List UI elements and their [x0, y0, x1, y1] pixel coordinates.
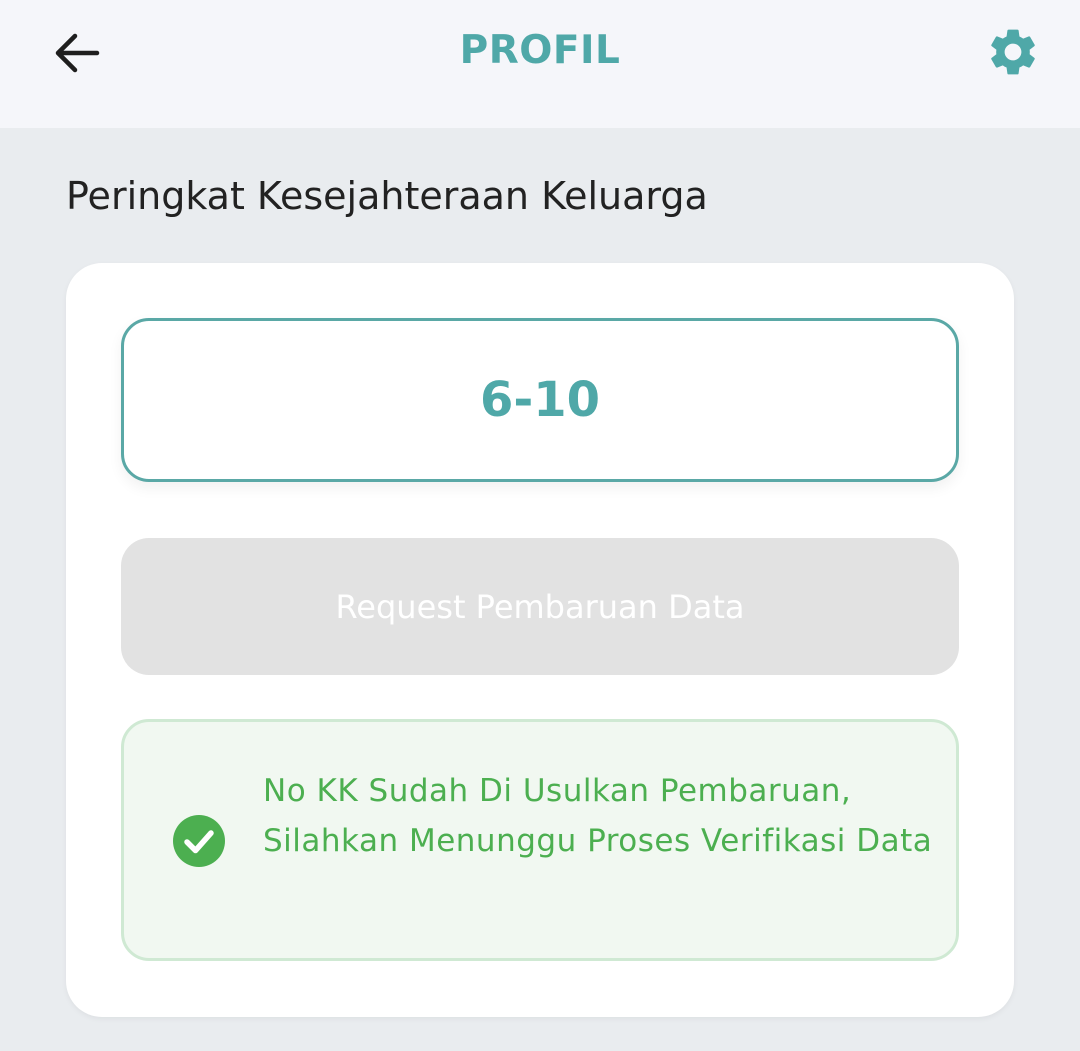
welfare-rank-card: 6-10 Request Pembaruan Data No KK Sudah … — [66, 263, 1014, 1017]
rank-value-box: 6-10 — [121, 318, 959, 482]
gear-icon — [991, 29, 1035, 75]
settings-button[interactable] — [980, 19, 1046, 85]
request-update-button[interactable]: Request Pembaruan Data — [121, 538, 959, 675]
status-notice-text: No KK Sudah Di Usulkan Pembaruan, Silahk… — [263, 773, 933, 859]
rank-value: 6-10 — [479, 372, 601, 428]
status-notice: No KK Sudah Di Usulkan Pembaruan, Silahk… — [121, 719, 959, 961]
app-header: PROFIL — [0, 0, 1080, 128]
profile-screen: PROFIL Peringkat Kesejahteraan Keluarga … — [0, 0, 1080, 1051]
section-title: Peringkat Kesejahteraan Keluarga — [66, 174, 708, 218]
page-title: PROFIL — [459, 28, 621, 73]
check-circle-icon — [173, 815, 225, 867]
